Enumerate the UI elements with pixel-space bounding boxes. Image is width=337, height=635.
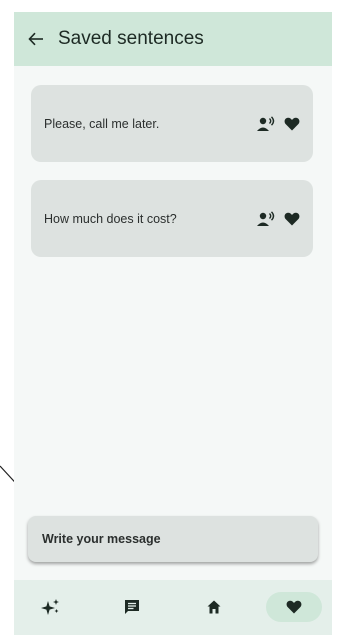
arrow-left-icon [28, 32, 43, 46]
sentence-text: Please, call me later. [44, 116, 160, 131]
heart-icon [284, 212, 300, 225]
favorite-button[interactable] [281, 113, 303, 135]
sentence-card[interactable]: How much does it cost? [31, 180, 313, 257]
nav-home[interactable] [199, 592, 229, 622]
heart-icon [284, 117, 300, 130]
app-screen: Saved sentences Please, call me later. H… [14, 12, 332, 635]
speaker-icon [257, 210, 275, 226]
bottom-nav [14, 580, 332, 635]
nav-saved[interactable] [266, 592, 322, 622]
speaker-icon [257, 115, 275, 131]
speak-button[interactable] [255, 113, 277, 135]
back-button[interactable] [14, 12, 58, 66]
chat-icon [125, 600, 139, 614]
sentence-text: How much does it cost? [44, 211, 177, 226]
favorite-button[interactable] [281, 208, 303, 230]
page-title: Saved sentences [58, 28, 204, 49]
nav-chat[interactable] [117, 592, 147, 622]
speak-button[interactable] [255, 208, 277, 230]
home-icon [207, 600, 221, 614]
message-input[interactable]: Write your message [28, 516, 318, 562]
sentence-card[interactable]: Please, call me later. [31, 85, 313, 162]
message-placeholder: Write your message [42, 532, 161, 546]
sparkle-icon [41, 599, 59, 615]
nav-generate[interactable] [36, 592, 66, 622]
app-bar: Saved sentences [14, 12, 332, 66]
heart-icon [286, 600, 302, 614]
